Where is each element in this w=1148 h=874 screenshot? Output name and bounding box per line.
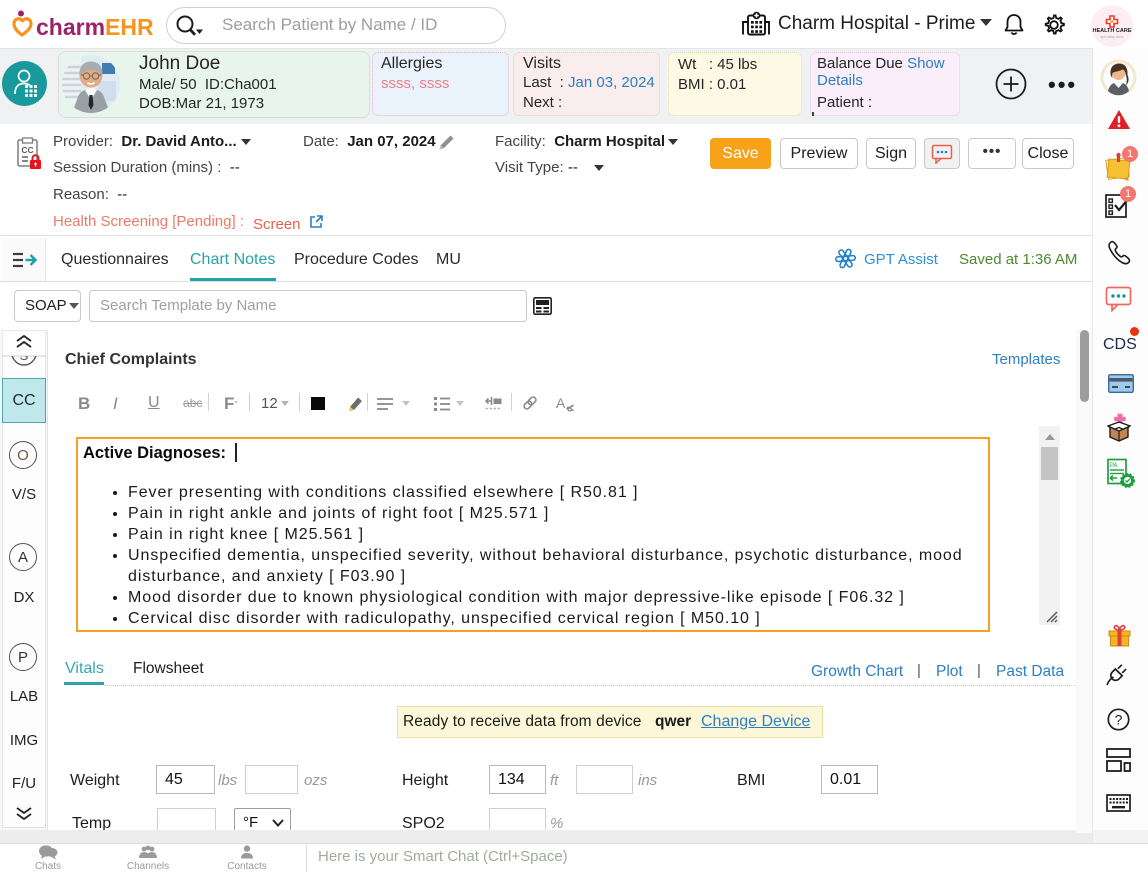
svg-text:CC: CC <box>21 145 33 155</box>
svg-text:?: ? <box>1115 712 1123 728</box>
svg-text:PA: PA <box>1110 463 1118 469</box>
svg-text:A: A <box>556 395 566 411</box>
